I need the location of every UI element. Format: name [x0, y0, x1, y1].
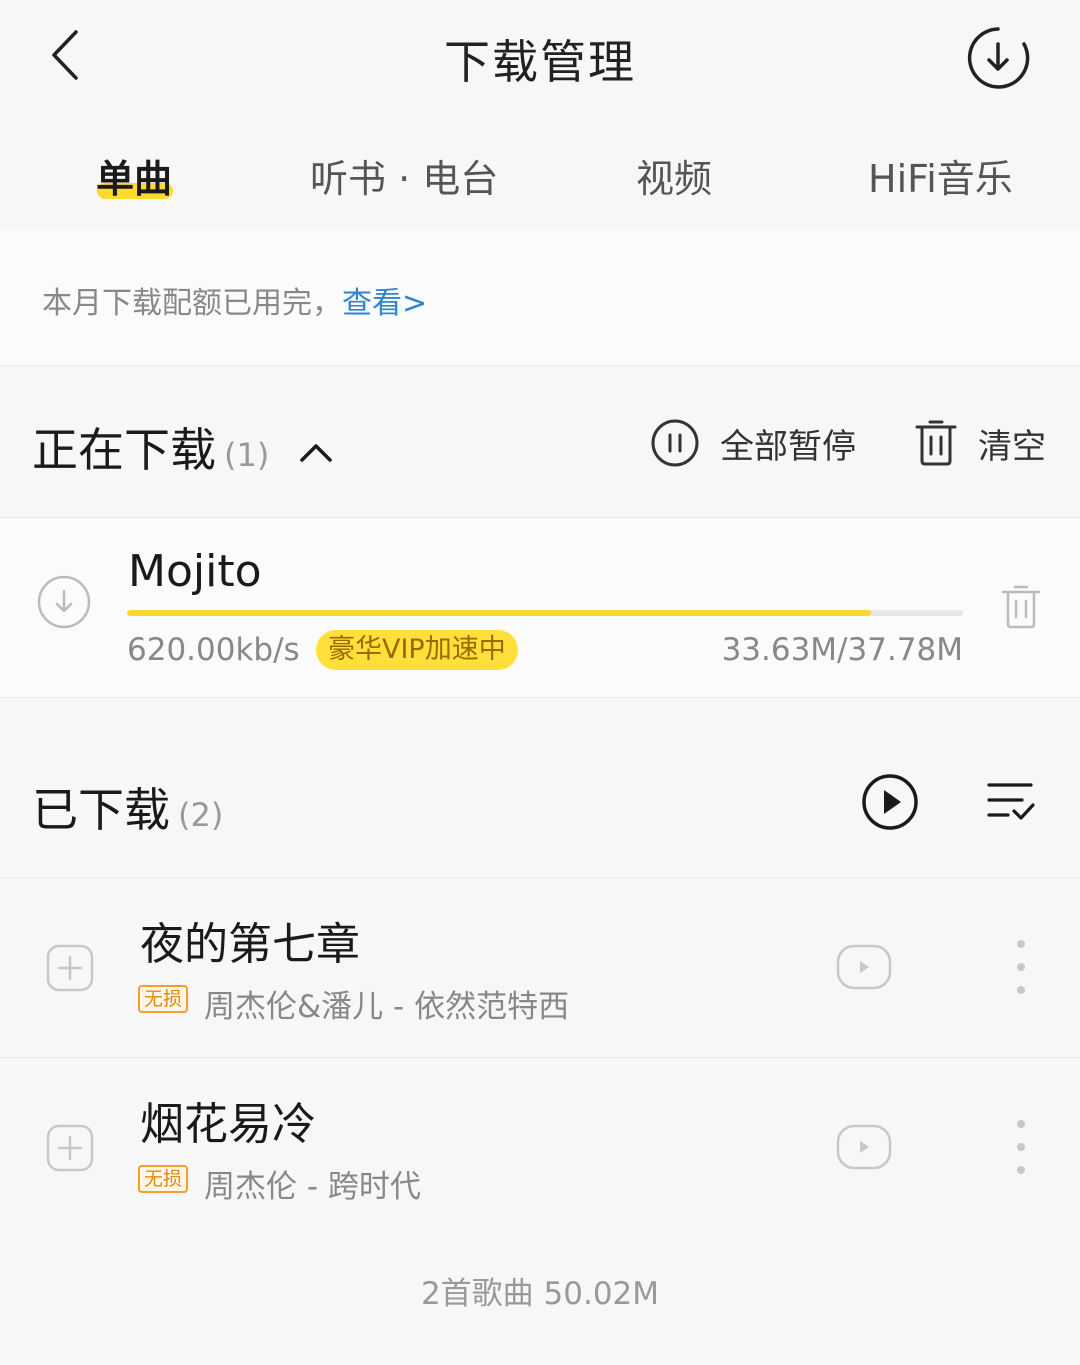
downloading-song-name: Mojito: [128, 546, 262, 597]
play-song-icon[interactable]: [836, 1124, 892, 1170]
category-tabs: 单曲 听书 · 电台 视频 HiFi音乐: [0, 130, 1080, 228]
download-status-icon: [37, 575, 91, 629]
collapse-downloading-button[interactable]: [298, 440, 334, 464]
tab-audiobook-radio[interactable]: 听书 · 电台: [310, 148, 498, 203]
play-song-icon[interactable]: [836, 944, 892, 990]
downloaded-title: 已下载: [32, 783, 170, 837]
clear-all-label: 清空: [978, 426, 1046, 467]
downloaded-section-title: 已下载 (2): [32, 774, 223, 840]
song-title: 烟花易冷: [140, 1099, 316, 1150]
downloaded-count: (2): [178, 796, 224, 834]
download-speed: 620.00kb/s: [127, 632, 300, 668]
download-progress-bar: [127, 610, 963, 616]
play-all-button[interactable]: [860, 772, 920, 832]
pause-all-button[interactable]: 全部暂停: [650, 416, 856, 470]
downloading-row[interactable]: Mojito 620.00kb/s 豪华VIP加速中 33.63M/37.78M: [0, 518, 1080, 698]
pause-circle-icon: [651, 419, 699, 467]
downloading-title: 正在下载: [32, 423, 216, 477]
download-settings-button[interactable]: [962, 22, 1034, 94]
song-row[interactable]: 夜的第七章 无损 周杰伦&潘儿 - 依然范特西: [0, 878, 1080, 1058]
trash-icon: [915, 420, 957, 466]
page-title: 下载管理: [444, 35, 636, 89]
plus-square-icon[interactable]: [46, 944, 94, 992]
plus-square-icon[interactable]: [46, 1124, 94, 1172]
multi-select-button[interactable]: [986, 780, 1036, 824]
quota-view-link[interactable]: 查看>: [342, 286, 427, 321]
vip-accelerate-badge: 豪华VIP加速中: [316, 630, 518, 670]
divider: [0, 697, 1080, 698]
pause-all-label: 全部暂停: [720, 426, 856, 467]
tab-video[interactable]: 视频: [636, 148, 712, 203]
song-title: 夜的第七章: [140, 919, 360, 970]
chevron-up-icon: [300, 444, 332, 462]
delete-download-button[interactable]: [1000, 584, 1042, 630]
download-circle-icon: [967, 27, 1030, 89]
quota-text: 本月下载配额已用完，: [42, 286, 342, 321]
downloaded-summary: 2首歌曲 50.02M: [420, 1276, 660, 1312]
download-size: 33.63M/37.78M: [721, 632, 963, 668]
song-artist-album: 周杰伦&潘儿 - 依然范特西: [204, 989, 570, 1025]
downloading-section-title: 正在下载 (1): [32, 414, 269, 480]
download-progress-fill: [127, 610, 872, 616]
song-artist-album: 周杰伦 - 跨时代: [204, 1169, 421, 1205]
play-circle-icon: [862, 774, 918, 830]
quota-banner: 本月下载配额已用完，查看>: [0, 228, 1080, 366]
clear-all-button[interactable]: 清空: [914, 416, 1046, 470]
tab-single[interactable]: 单曲: [96, 148, 172, 203]
trash-icon: [1001, 585, 1041, 629]
tab-hifi-music[interactable]: HiFi音乐: [868, 148, 1013, 203]
header: 下载管理: [0, 0, 1080, 115]
lossless-badge: 无损: [138, 1165, 189, 1193]
downloading-count: (1): [224, 436, 270, 474]
quota-message: 本月下载配额已用完，查看>: [42, 278, 427, 322]
list-check-icon: [987, 783, 1035, 820]
more-vertical-icon[interactable]: [1008, 938, 1034, 998]
lossless-badge: 无损: [138, 985, 189, 1013]
more-vertical-icon[interactable]: [1008, 1118, 1034, 1178]
song-row[interactable]: 烟花易冷 无损 周杰伦 - 跨时代: [0, 1058, 1080, 1238]
